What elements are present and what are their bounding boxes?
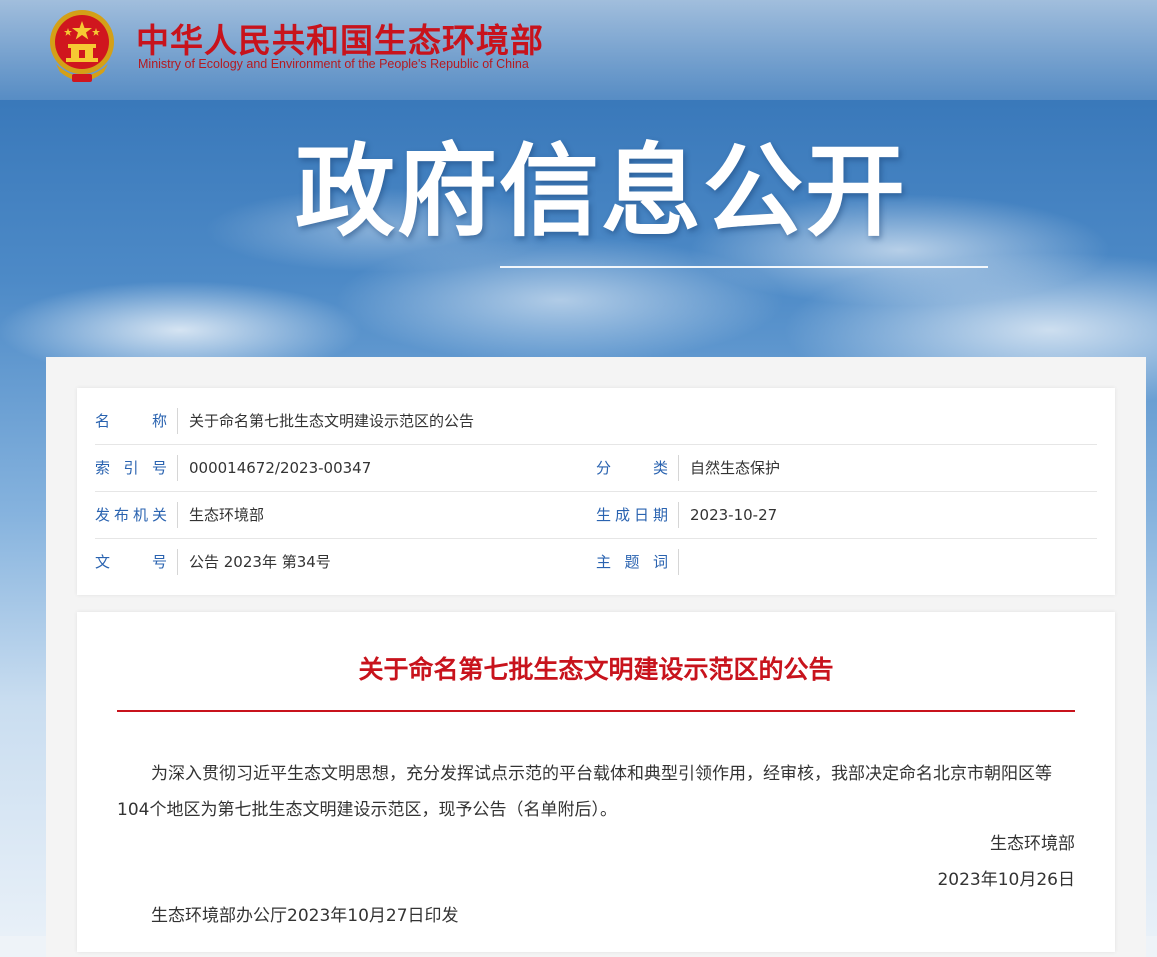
- national-emblem-icon[interactable]: [46, 8, 118, 86]
- meta-value-category: 自然生态保护: [690, 459, 781, 477]
- meta-label-index: 索 引 号: [95, 459, 167, 477]
- meta-label-issuer: 发布机关: [95, 506, 167, 524]
- meta-value-name: 关于命名第七批生态文明建设示范区的公告: [189, 412, 475, 430]
- meta-divider: [177, 408, 178, 434]
- document-metadata-card: 名 称 关于命名第七批生态文明建设示范区的公告 索 引 号 000014672/…: [77, 388, 1115, 595]
- signature-date: 2023年10月26日: [937, 870, 1075, 890]
- meta-divider: [177, 549, 178, 575]
- meta-value-issuer: 生态环境部: [189, 506, 265, 524]
- meta-value-index: 000014672/2023-00347: [189, 459, 372, 477]
- article-card: 关于命名第七批生态文明建设示范区的公告 为深入贯彻习近平生态文明思想，充分发挥试…: [77, 612, 1115, 952]
- meta-value-docno: 公告 2023年 第34号: [189, 553, 331, 571]
- meta-divider: [177, 455, 178, 481]
- meta-label-date: 生成日期: [596, 506, 668, 524]
- meta-label-name: 名 称: [95, 412, 167, 430]
- ministry-name-en[interactable]: Ministry of Ecology and Environment of t…: [138, 57, 529, 71]
- meta-row-index: 索 引 号 000014672/2023-00347 分 类 自然生态保护: [95, 445, 1097, 492]
- meta-divider: [678, 502, 679, 528]
- meta-label-category: 分 类: [596, 459, 668, 477]
- article-body: 为深入贯彻习近平生态文明思想，充分发挥试点示范的平台载体和典型引领作用，经审核，…: [117, 764, 1052, 820]
- banner-title-underline: [500, 266, 988, 268]
- meta-row-issuer: 发布机关 生态环境部 生成日期 2023-10-27: [95, 492, 1097, 539]
- meta-divider: [678, 549, 679, 575]
- meta-label-keyword: 主 题 词: [596, 553, 668, 571]
- meta-label-docno: 文 号: [95, 553, 167, 571]
- signature-org: 生态环境部: [990, 834, 1075, 854]
- banner-title: 政府信息公开: [295, 133, 907, 250]
- article-title: 关于命名第七批生态文明建设示范区的公告: [358, 655, 834, 684]
- meta-row-docno: 文 号 公告 2023年 第34号 主 题 词: [95, 539, 1097, 585]
- meta-divider: [678, 455, 679, 481]
- meta-value-date: 2023-10-27: [690, 506, 778, 524]
- ministry-name-cn[interactable]: 中华人民共和国生态环境部: [136, 14, 544, 62]
- meta-divider: [177, 502, 178, 528]
- meta-row-name: 名 称 关于命名第七批生态文明建设示范区的公告: [95, 398, 1097, 445]
- print-issue-line: 生态环境部办公厅2023年10月27日印发: [151, 906, 459, 926]
- title-divider: [117, 710, 1075, 712]
